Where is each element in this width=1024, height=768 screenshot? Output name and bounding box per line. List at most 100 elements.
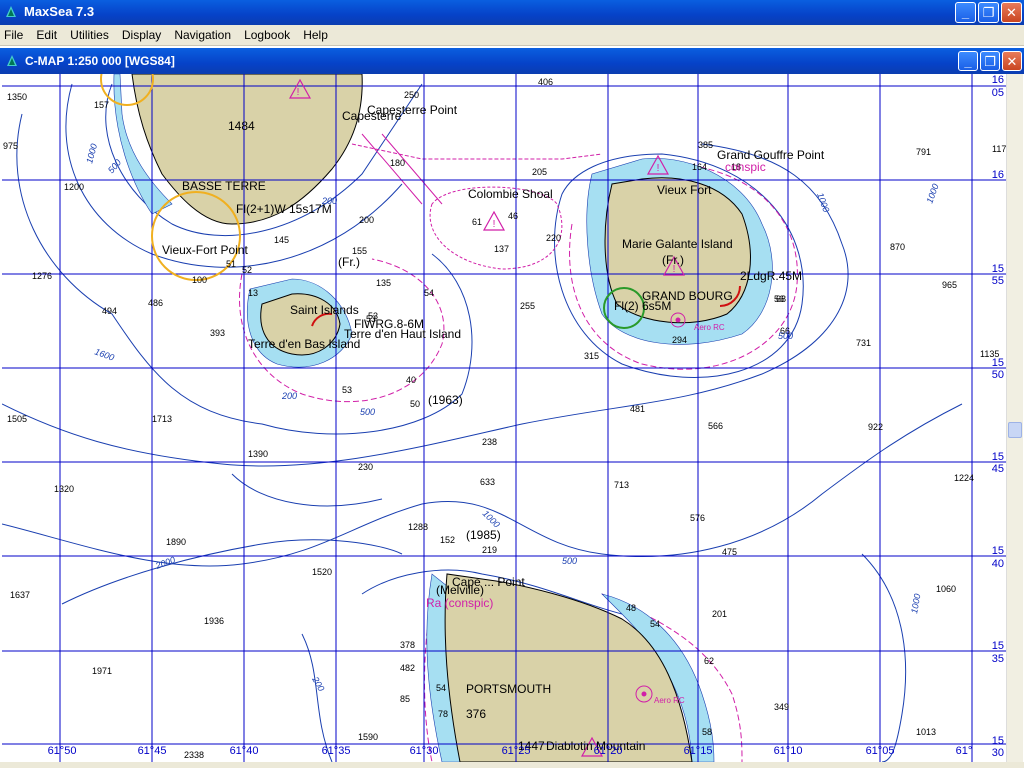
chart-restore-button[interactable]: ❐ [980,51,1000,71]
menu-edit[interactable]: Edit [31,25,62,42]
svg-text:1590: 1590 [358,732,378,742]
label-saint-islands: Saint Islands [290,303,359,317]
svg-text:15: 15 [992,735,1004,747]
svg-text:1936: 1936 [204,616,224,626]
svg-text:1890: 1890 [166,537,186,547]
scrollbar-thumb[interactable] [1008,422,1022,438]
chart-minimize-button[interactable]: _ [958,51,978,71]
menu-utilities[interactable]: Utilities [65,25,114,42]
label-aero-rc: Aero RC [694,323,725,332]
svg-text:13: 13 [248,288,258,298]
status-bar [0,762,1024,768]
minimize-button[interactable]: _ [955,2,976,23]
menu-help[interactable]: Help [298,25,333,42]
svg-text:385: 385 [698,140,713,150]
chart-canvas[interactable]: ! ! ! ! 1350 157 975 1200 1276 494 486 3… [2,74,1006,762]
svg-text:205: 205 [532,167,547,177]
svg-text:200: 200 [359,215,374,225]
label-colombie-shoal: Colombie Shoal [468,187,553,201]
close-button[interactable]: ✕ [1001,2,1022,23]
label-melville: (Melville) [436,583,484,597]
svg-text:61°25: 61°25 [502,745,531,757]
chart-close-button[interactable]: ✕ [1002,51,1022,71]
svg-text:35: 35 [992,653,1004,665]
svg-text:482: 482 [400,663,415,673]
svg-text:78: 78 [438,709,448,719]
svg-text:54: 54 [650,619,660,629]
svg-text:16: 16 [992,74,1004,86]
svg-text:965: 965 [942,280,957,290]
label-capesterre: Capesterre [342,109,402,123]
svg-text:61°45: 61°45 [138,745,167,757]
svg-text:294: 294 [672,335,687,345]
svg-text:975: 975 [3,141,18,151]
svg-text:40: 40 [406,375,416,385]
svg-text:1000: 1000 [909,593,922,614]
svg-text:1600: 1600 [93,346,115,362]
svg-text:230: 230 [358,462,373,472]
vertical-scrollbar[interactable] [1006,74,1023,762]
svg-text:61°: 61° [956,745,973,757]
svg-text:100: 100 [192,275,207,285]
svg-text:791: 791 [916,147,931,157]
menu-logbook[interactable]: Logbook [239,25,295,42]
svg-text:157: 157 [94,100,109,110]
svg-text:315: 315 [584,351,599,361]
svg-text:1288: 1288 [408,522,428,532]
chart-window-icon [7,55,17,66]
svg-text:61°10: 61°10 [774,745,803,757]
chart-window-title-bar: C-MAP 1:250 000 [WGS84] _ ❐ ✕ [0,48,1024,74]
svg-text:15: 15 [992,263,1004,275]
svg-text:40: 40 [992,558,1004,570]
svg-text:870: 870 [890,242,905,252]
svg-text:61°15: 61°15 [684,745,713,757]
svg-text:238: 238 [482,437,497,447]
svg-text:61°20: 61°20 [594,745,623,757]
svg-text:58: 58 [702,727,712,737]
svg-text:46: 46 [508,211,518,221]
svg-text:15: 15 [992,451,1004,463]
svg-text:61: 61 [472,217,482,227]
menu-display[interactable]: Display [117,25,166,42]
svg-text:117: 117 [992,144,1006,154]
svg-text:481: 481 [630,404,645,414]
svg-text:152: 152 [440,535,455,545]
label-vieux-fort: Vieux Fort [657,183,712,197]
svg-text:1276: 1276 [32,271,52,281]
svg-text:15: 15 [992,640,1004,652]
menu-file[interactable]: File [0,25,28,42]
svg-text:50: 50 [992,369,1004,381]
svg-text:45: 45 [992,463,1004,475]
app-title: MaxSea 7.3 [24,4,95,19]
svg-text:61°30: 61°30 [410,745,439,757]
svg-text:61°35: 61°35 [322,745,351,757]
menu-navigation[interactable]: Navigation [169,25,236,42]
svg-text:164: 164 [692,162,707,172]
label-year-1985: (1985) [466,528,501,542]
svg-text:85: 85 [400,694,410,704]
svg-text:200: 200 [281,391,297,401]
svg-text:15: 15 [992,545,1004,557]
label-vieux-fort-point: Vieux-Fort Point [162,243,248,257]
svg-text:!: ! [297,87,300,98]
maxsea-app-icon [6,6,16,17]
label-year-1963: (1963) [428,393,463,407]
svg-text:1350: 1350 [7,92,27,102]
restore-button[interactable]: ❐ [978,2,999,23]
nautical-chart[interactable]: ! ! ! ! 1350 157 975 1200 1276 494 486 3… [2,74,1006,762]
svg-text:53: 53 [342,385,352,395]
svg-text:349: 349 [774,702,789,712]
svg-text:576: 576 [690,513,705,523]
svg-text:54: 54 [424,288,434,298]
svg-text:!: ! [493,219,496,230]
svg-text:486: 486 [148,298,163,308]
svg-text:378: 378 [400,640,415,650]
svg-text:713: 713 [614,480,629,490]
svg-text:145: 145 [274,235,289,245]
svg-text:500: 500 [778,331,793,341]
label-portsmouth: PORTSMOUTH [466,682,551,696]
svg-text:731: 731 [856,338,871,348]
svg-text:62: 62 [704,656,714,666]
svg-text:1713: 1713 [152,414,172,424]
svg-text:1390: 1390 [248,449,268,459]
